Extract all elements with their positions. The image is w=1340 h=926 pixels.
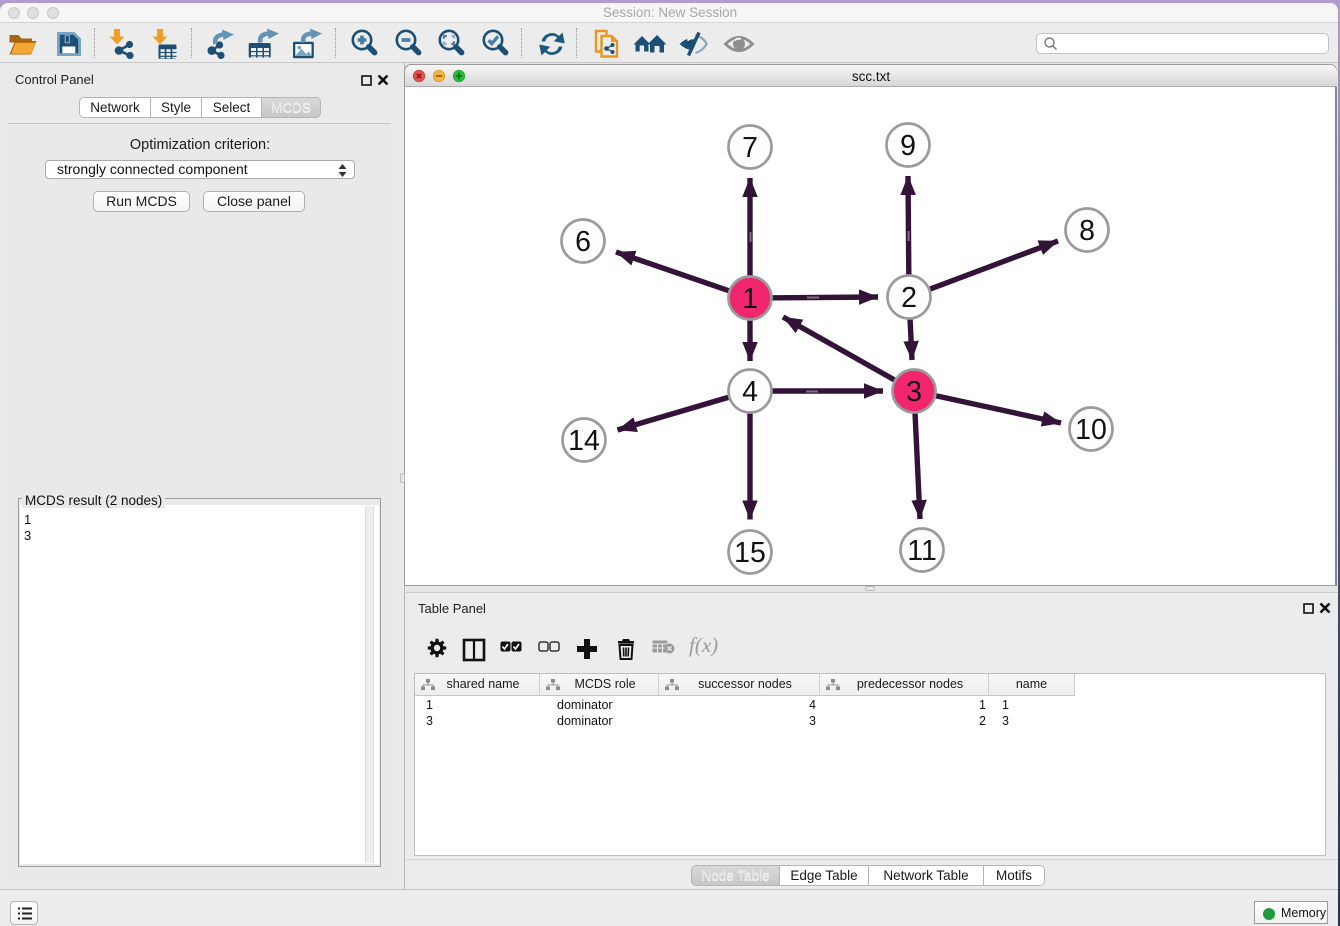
svg-text:11: 11	[907, 535, 937, 567]
svg-text:6: 6	[575, 226, 591, 258]
svg-text:9: 9	[900, 130, 916, 162]
svg-text:10: 10	[1075, 414, 1107, 446]
svg-text:3: 3	[906, 376, 922, 408]
svg-text:1: 1	[742, 283, 758, 315]
svg-text:15: 15	[734, 537, 766, 569]
svg-text:2: 2	[901, 282, 917, 314]
svg-text:7: 7	[742, 132, 758, 164]
svg-text:14: 14	[568, 425, 600, 457]
svg-text:8: 8	[1079, 215, 1095, 247]
svg-text:4: 4	[742, 376, 758, 408]
